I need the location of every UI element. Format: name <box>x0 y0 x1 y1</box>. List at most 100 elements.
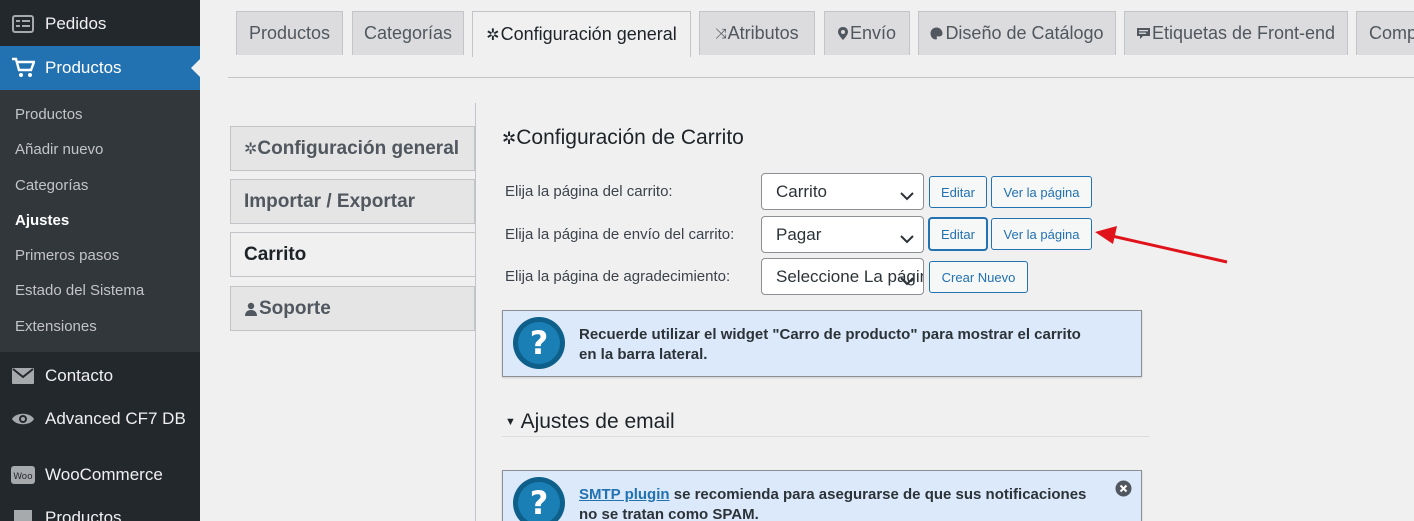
side-tab-carrito[interactable]: Carrito <box>230 232 476 277</box>
cart-page-edit-label: Editar <box>941 184 975 200</box>
productos-submenu: Productos Añadir nuevo Categorías Ajuste… <box>0 90 200 352</box>
submenu-estado-sistema[interactable]: Estado del Sistema <box>15 282 144 299</box>
content-divider <box>475 103 476 521</box>
cart-widget-notice-text: Recuerde utilizar el widget "Carro de pr… <box>579 326 1081 363</box>
smtp-notice-text: SMTP plugin se recomienda para asegurars… <box>579 485 1099 521</box>
menu-woocommerce-label: WooCommerce <box>45 465 163 484</box>
cart-page-view-button[interactable]: Ver la página <box>991 176 1092 208</box>
thankyou-page-label: Elija la página de agradecimiento: <box>505 268 731 285</box>
menu-productos-label: Productos <box>45 58 122 77</box>
cart-section-title-text: Configuración de Carrito <box>516 126 744 149</box>
submenu-anadir-nuevo[interactable]: Añadir nuevo <box>15 141 103 158</box>
side-tab-configuracion-general-label: Configuración general <box>257 137 460 159</box>
svg-text:Woo: Woo <box>13 472 33 482</box>
caret-down-icon: ▼ <box>505 416 516 428</box>
tab-categorias-label: Categorías <box>363 23 453 43</box>
menu-advanced-cf7-db[interactable]: Advanced CF7 DB <box>0 397 200 441</box>
cart-section-title: ✲Configuración de Carrito <box>502 126 744 150</box>
submenu-categorias[interactable]: Categorías <box>15 177 88 194</box>
cart-page-select[interactable]: Carrito <box>761 173 924 210</box>
submenu-extensiones[interactable]: Extensiones <box>15 318 97 335</box>
tab-comp-label: Comp <box>1369 23 1414 43</box>
orders-icon <box>10 13 36 35</box>
tab-etiquetas-front-end-label: Etiquetas de Front-end <box>1151 23 1336 43</box>
eye-icon <box>10 408 36 430</box>
gear-icon: ✲ <box>486 26 500 44</box>
tab-atributos-label: Atributos <box>727 23 799 43</box>
submenu-primeros-pasos[interactable]: Primeros pasos <box>15 247 119 264</box>
checkout-page-select-value: Pagar <box>776 224 822 244</box>
cart-widget-notice: ? Recuerde utilizar el widget "Carro de … <box>502 310 1142 377</box>
chevron-down-icon <box>900 186 914 206</box>
tab-productos[interactable]: Productos <box>236 11 343 55</box>
menu-advanced-cf7-db-label: Advanced CF7 DB <box>45 409 186 428</box>
menu-pedidos[interactable]: Pedidos <box>0 2 200 46</box>
tabs-divider <box>228 77 1414 78</box>
menu-productos[interactable]: Productos <box>0 46 200 90</box>
tab-configuracion-general-label: Configuración general <box>500 24 677 44</box>
email-section-title-text: Ajustes de email <box>520 410 675 433</box>
tab-etiquetas-front-end[interactable]: Etiquetas de Front-end <box>1124 11 1348 55</box>
create-new-button[interactable]: Crear Nuevo <box>929 261 1028 293</box>
tab-diseno-catalogo[interactable]: Diseño de Catálogo <box>918 11 1116 55</box>
svg-text:?: ? <box>530 484 549 521</box>
checkout-page-edit-label: Editar <box>941 226 975 242</box>
thankyou-page-select[interactable]: Seleccione La página <box>761 258 924 295</box>
side-tab-soporte-label: Soporte <box>259 297 331 319</box>
tab-comp[interactable]: Comp <box>1356 11 1414 55</box>
cart-page-view-label: Ver la página <box>1003 184 1080 200</box>
side-tab-importar-exportar[interactable]: Importar / Exportar <box>230 179 475 224</box>
gear-icon: ✲ <box>502 129 517 148</box>
menu-woocommerce[interactable]: Woo WooCommerce <box>0 453 200 497</box>
email-section-title[interactable]: ▼ Ajustes de email <box>505 410 675 434</box>
menu-contacto-label: Contacto <box>45 366 114 385</box>
woocommerce-icon: Woo <box>10 464 36 486</box>
tab-envio-label: Envío <box>849 23 897 43</box>
checkout-page-edit-button[interactable]: Editar <box>929 218 987 250</box>
side-tab-carrito-label: Carrito <box>244 243 307 265</box>
gear-icon: ✲ <box>244 140 258 158</box>
submenu-ajustes[interactable]: Ajustes <box>15 212 69 229</box>
dismiss-icon[interactable] <box>1115 480 1132 497</box>
tab-productos-label: Productos <box>248 23 331 43</box>
menu-productos-2[interactable]: Productos <box>0 496 200 521</box>
smtp-notice: ? SMTP plugin se recomienda para asegura… <box>502 470 1142 521</box>
create-new-label: Crear Nuevo <box>941 269 1016 285</box>
email-section-divider <box>502 436 1150 437</box>
cart-icon <box>10 57 36 79</box>
side-tab-soporte[interactable]: Soporte <box>230 286 475 331</box>
help-icon: ? <box>513 477 565 521</box>
chevron-down-icon <box>900 229 914 249</box>
shuffle-icon: ⤨ <box>715 25 727 41</box>
chevron-down-icon <box>900 271 914 291</box>
tab-categorias[interactable]: Categorías <box>352 11 464 55</box>
checkout-page-view-button[interactable]: Ver la página <box>991 218 1092 250</box>
location-pin-icon <box>837 27 848 40</box>
annotation-arrow <box>1095 226 1228 264</box>
tab-atributos[interactable]: ⤨ Atributos <box>699 11 815 55</box>
tab-envio[interactable]: Envío <box>824 11 910 55</box>
checkout-page-label: Elija la página de envío del carrito: <box>505 226 735 243</box>
menu-productos-2-label: Productos <box>45 508 122 521</box>
cart-page-edit-button[interactable]: Editar <box>929 176 987 208</box>
checkout-page-view-label: Ver la página <box>1003 226 1080 242</box>
side-tab-importar-exportar-label: Importar / Exportar <box>244 190 416 212</box>
tab-diseno-catalogo-label: Diseño de Catálogo <box>945 23 1104 43</box>
menu-pedidos-label: Pedidos <box>45 14 107 33</box>
smtp-plugin-link[interactable]: SMTP plugin <box>579 486 670 503</box>
tab-configuracion-general[interactable]: ✲ Configuración general <box>472 11 691 57</box>
admin-sidebar: Pedidos Productos Productos Añadir nuevo… <box>0 0 200 521</box>
mail-icon <box>10 365 36 387</box>
help-icon: ? <box>513 317 565 369</box>
submenu-productos[interactable]: Productos <box>15 106 83 123</box>
comment-icon <box>1136 27 1150 40</box>
cart-page-label: Elija la página del carrito: <box>505 183 673 200</box>
checkout-page-select[interactable]: Pagar <box>761 216 924 253</box>
menu-contacto[interactable]: Contacto <box>0 354 200 398</box>
user-icon <box>244 302 258 316</box>
palette-icon <box>930 27 943 40</box>
svg-text:?: ? <box>530 324 549 362</box>
side-tab-configuracion-general[interactable]: ✲ Configuración general <box>230 126 475 171</box>
cart-page-select-value: Carrito <box>776 181 828 201</box>
box-icon <box>10 507 36 521</box>
